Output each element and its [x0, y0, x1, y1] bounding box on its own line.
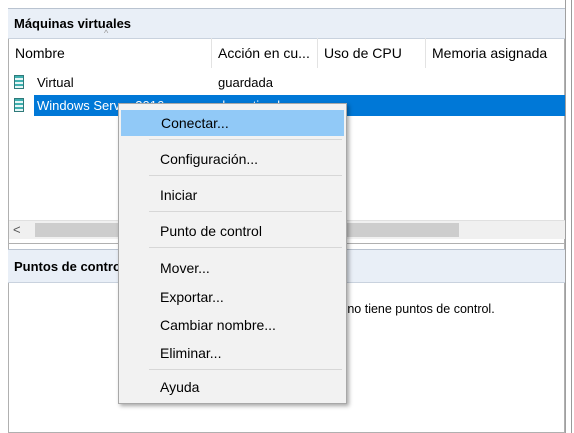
chevron-left-icon[interactable]: <	[13, 222, 21, 237]
menu-separator	[149, 175, 342, 176]
vm-name: Virtual	[37, 75, 74, 90]
menu-separator	[149, 369, 342, 370]
menu-item-connect[interactable]: Conectar...	[121, 110, 344, 136]
window-border	[565, 0, 566, 433]
virtual-machine-icon	[14, 75, 24, 89]
sort-ascending-icon: ^	[104, 28, 109, 38]
context-menu: Conectar... Configuración... Iniciar Pun…	[118, 103, 347, 404]
virtual-machine-icon	[14, 98, 24, 112]
window-border	[571, 0, 572, 433]
virtual-machines-title: Máquinas virtuales	[14, 16, 132, 31]
column-header-name[interactable]: Nombre	[9, 38, 212, 68]
checkpoints-title: Puntos de control	[14, 258, 125, 274]
vm-state: guardada	[218, 75, 273, 90]
column-header-state[interactable]: Acción en cu...	[212, 38, 318, 68]
menu-item-rename[interactable]: Cambiar nombre...	[121, 312, 344, 338]
virtual-machines-header: Máquinas virtuales	[8, 8, 565, 39]
menu-separator	[149, 247, 342, 248]
menu-item-checkpoint[interactable]: Punto de control	[121, 218, 344, 244]
menu-item-delete[interactable]: Eliminar...	[121, 340, 344, 366]
menu-item-settings[interactable]: Configuración...	[121, 146, 344, 172]
menu-item-start[interactable]: Iniciar	[121, 182, 344, 208]
column-header-memory[interactable]: Memoria asignada	[426, 38, 565, 68]
menu-separator	[149, 139, 342, 140]
menu-separator	[149, 211, 342, 212]
column-header-cpu[interactable]: Uso de CPU	[318, 38, 426, 68]
menu-item-export[interactable]: Exportar...	[121, 284, 344, 310]
vm-row[interactable]: Virtual guardada	[9, 72, 565, 93]
menu-item-help[interactable]: Ayuda	[121, 374, 344, 400]
menu-item-move[interactable]: Mover...	[121, 255, 344, 281]
